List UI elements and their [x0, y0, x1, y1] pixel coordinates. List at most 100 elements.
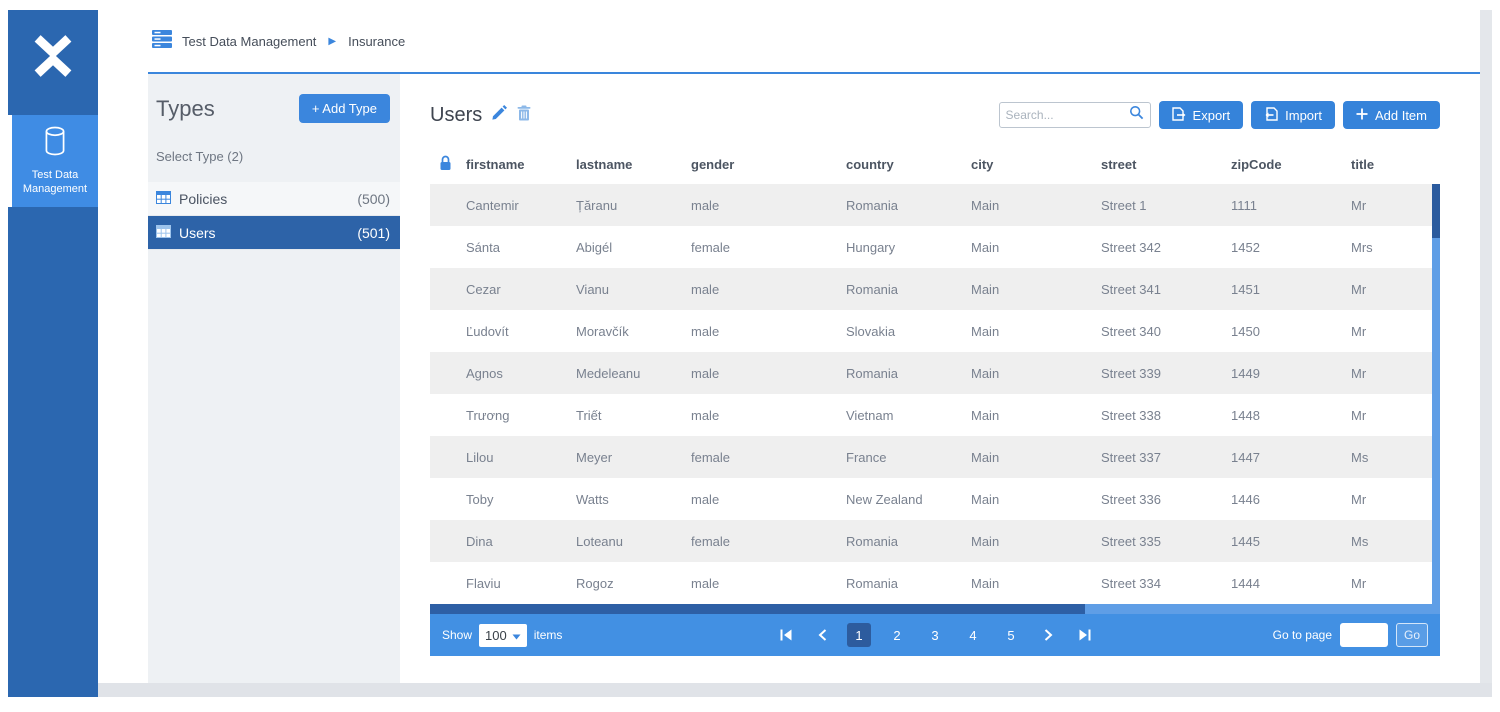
import-button[interactable]: Import — [1251, 101, 1335, 129]
search-icon[interactable] — [1129, 105, 1144, 125]
column-header[interactable]: lastname — [576, 157, 691, 172]
table-cell: Street 342 — [1101, 240, 1231, 255]
table-header: firstname lastname gender country city s… — [430, 144, 1440, 184]
table-cell: France — [846, 450, 971, 465]
page-number[interactable]: 1 — [847, 623, 871, 647]
table-row[interactable]: AgnosMedeleanumaleRomaniaMainStreet 3391… — [430, 352, 1440, 394]
table-cell: Rogoz — [576, 576, 691, 591]
add-item-button[interactable]: Add Item — [1343, 101, 1440, 129]
table-cell: Main — [971, 282, 1101, 297]
horizontal-scrollbar-track[interactable] — [1085, 604, 1440, 614]
table-cell: male — [691, 324, 846, 339]
table-cell: Watts — [576, 492, 691, 507]
table-cell: Romania — [846, 282, 971, 297]
table-row[interactable]: CezarVianumaleRomaniaMainStreet 3411451M… — [430, 268, 1440, 310]
table-cell: Main — [971, 408, 1101, 423]
toolbar: Users — [430, 98, 1440, 132]
types-panel: Types + Add Type Select Type (2) — [148, 74, 400, 683]
table-row[interactable]: ĽudovítMoravčíkmaleSlovakiaMainStreet 34… — [430, 310, 1440, 352]
table-cell: Cezar — [466, 282, 576, 297]
table-cell: Triết — [576, 408, 691, 423]
table-cell: Street 336 — [1101, 492, 1231, 507]
show-label: Show — [442, 628, 472, 642]
last-page-icon[interactable] — [1073, 624, 1095, 646]
prev-page-icon[interactable] — [811, 624, 833, 646]
app-sidebar: Test Data Management — [8, 10, 98, 697]
table-cell: Meyer — [576, 450, 691, 465]
column-header[interactable]: gender — [691, 157, 846, 172]
next-page-icon[interactable] — [1037, 624, 1059, 646]
table-row[interactable]: TobyWattsmaleNew ZealandMainStreet 33614… — [430, 478, 1440, 520]
items-label: items — [534, 628, 563, 642]
table-cell: Romania — [846, 198, 971, 213]
horizontal-scrollbar[interactable] — [430, 604, 1440, 614]
table-cell: Mr — [1351, 282, 1440, 297]
search-input[interactable] — [1006, 108, 1129, 122]
page-number[interactable]: 5 — [999, 623, 1023, 647]
vertical-scrollbar-thumb[interactable] — [1432, 184, 1440, 238]
table-cell: Street 334 — [1101, 576, 1231, 591]
table-cell: Street 339 — [1101, 366, 1231, 381]
column-header[interactable]: firstname — [466, 157, 576, 172]
table-cell: male — [691, 366, 846, 381]
table-cell: Abigél — [576, 240, 691, 255]
type-row-users[interactable]: Users (501) — [148, 216, 400, 250]
table-row[interactable]: DinaLoteanufemaleRomaniaMainStreet 33514… — [430, 520, 1440, 562]
table-cell: Țăranu — [576, 198, 691, 213]
export-button[interactable]: Export — [1159, 101, 1244, 129]
table-row[interactable]: FlaviuRogozmaleRomaniaMainStreet 3341444… — [430, 562, 1440, 604]
left-gutter — [98, 74, 148, 683]
column-header[interactable]: city — [971, 157, 1101, 172]
table-cell: Mr — [1351, 198, 1440, 213]
table-row[interactable]: LilouMeyerfemaleFranceMainStreet 3371447… — [430, 436, 1440, 478]
type-count: (500) — [357, 191, 390, 207]
table-cell: Dina — [466, 534, 576, 549]
page-number[interactable]: 4 — [961, 623, 985, 647]
table-cell: 1450 — [1231, 324, 1351, 339]
export-icon — [1172, 107, 1186, 124]
table-cell: Lilou — [466, 450, 576, 465]
page-number[interactable]: 2 — [885, 623, 909, 647]
search-box — [999, 102, 1151, 128]
type-name: Users — [179, 225, 216, 241]
type-list: Policies (500) — [148, 182, 400, 250]
table-cell: Street 335 — [1101, 534, 1231, 549]
table-cell: male — [691, 282, 846, 297]
main-panel: Users — [400, 74, 1492, 683]
table-cell: Street 1 — [1101, 198, 1231, 213]
sidebar-item-test-data-management[interactable]: Test Data Management — [8, 115, 98, 207]
trash-icon[interactable] — [517, 105, 531, 126]
breadcrumb-current[interactable]: Insurance — [348, 34, 405, 49]
vertical-scrollbar[interactable] — [1432, 184, 1440, 604]
add-type-button[interactable]: + Add Type — [299, 94, 390, 123]
table-cell: 1452 — [1231, 240, 1351, 255]
column-header[interactable]: title — [1351, 157, 1440, 172]
horizontal-scrollbar-thumb[interactable] — [430, 604, 1085, 614]
export-label: Export — [1193, 108, 1231, 123]
app-window: Test Data Management Test Data Managemen… — [8, 10, 1492, 697]
table-row[interactable]: TrươngTriếtmaleVietnamMainStreet 3381448… — [430, 394, 1440, 436]
table-cell: 1111 — [1231, 198, 1351, 213]
column-header[interactable]: zipCode — [1231, 157, 1351, 172]
page-number[interactable]: 3 — [923, 623, 947, 647]
go-button[interactable]: Go — [1396, 623, 1428, 647]
page-size-select[interactable]: 100 — [479, 624, 527, 647]
lock-icon — [430, 155, 466, 174]
pencil-icon[interactable] — [491, 104, 508, 126]
table-row[interactable]: SántaAbigélfemaleHungaryMainStreet 34214… — [430, 226, 1440, 268]
column-header[interactable]: country — [846, 157, 971, 172]
type-row-policies[interactable]: Policies (500) — [148, 182, 400, 216]
column-header[interactable]: street — [1101, 157, 1231, 172]
first-page-icon[interactable] — [775, 624, 797, 646]
table-cell: Vietnam — [846, 408, 971, 423]
table-cell: Main — [971, 324, 1101, 339]
goto-page-input[interactable] — [1340, 623, 1388, 647]
page-size-value: 100 — [485, 628, 507, 643]
table-cell: Loteanu — [576, 534, 691, 549]
breadcrumb-root[interactable]: Test Data Management — [182, 34, 316, 49]
plus-icon — [1356, 108, 1368, 123]
table-row[interactable]: CantemirȚăranumaleRomaniaMainStreet 1111… — [430, 184, 1440, 226]
table-cell: Mr — [1351, 576, 1440, 591]
breadcrumb-arrow-icon: ▶ — [326, 36, 338, 47]
page-scrollbar[interactable] — [1480, 10, 1492, 683]
